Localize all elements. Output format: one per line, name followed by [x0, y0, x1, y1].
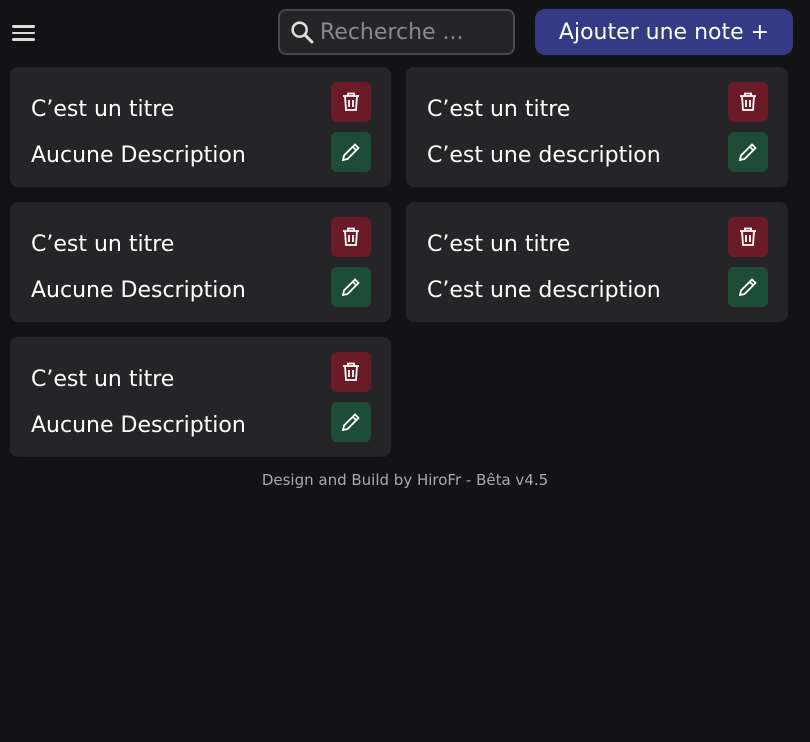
note-description: Aucune Description	[31, 143, 246, 168]
delete-note-button[interactable]	[331, 217, 371, 257]
note-card: C’est un titre Aucune Description	[10, 337, 391, 457]
note-description: Aucune Description	[31, 413, 246, 438]
pencil-icon	[341, 143, 360, 162]
pencil-icon	[341, 413, 360, 432]
edit-note-button[interactable]	[728, 267, 768, 307]
pencil-icon	[738, 278, 757, 297]
trash-icon	[343, 227, 359, 246]
note-card: C’est un titre C’est une description	[406, 202, 788, 322]
delete-note-button[interactable]	[728, 217, 768, 257]
edit-note-button[interactable]	[331, 267, 371, 307]
trash-icon	[343, 362, 359, 381]
top-bar: Ajouter une note +	[0, 0, 810, 64]
pencil-icon	[341, 278, 360, 297]
search-icon	[291, 21, 314, 44]
note-title: C’est un titre	[31, 97, 175, 122]
edit-note-button[interactable]	[728, 132, 768, 172]
delete-note-button[interactable]	[331, 352, 371, 392]
edit-note-button[interactable]	[331, 402, 371, 442]
hamburger-menu-icon[interactable]	[10, 18, 40, 48]
search-input[interactable]	[320, 19, 510, 45]
edit-note-button[interactable]	[331, 132, 371, 172]
pencil-icon	[738, 143, 757, 162]
note-card: C’est un titre Aucune Description	[10, 67, 391, 187]
note-description: Aucune Description	[31, 278, 246, 303]
note-title: C’est un titre	[427, 97, 571, 122]
note-card: C’est un titre Aucune Description	[10, 202, 391, 322]
delete-note-button[interactable]	[331, 82, 371, 122]
search-box[interactable]	[278, 9, 515, 55]
trash-icon	[740, 227, 756, 246]
delete-note-button[interactable]	[728, 82, 768, 122]
note-card: C’est un titre C’est une description	[406, 67, 788, 187]
note-title: C’est un titre	[427, 232, 571, 257]
trash-icon	[740, 92, 756, 111]
note-title: C’est un titre	[31, 367, 175, 392]
footer-credit: Design and Build by HiroFr - Bêta v4.5	[261, 471, 549, 489]
add-note-button[interactable]: Ajouter une note +	[535, 9, 793, 55]
note-description: C’est une description	[427, 278, 661, 303]
note-title: C’est un titre	[31, 232, 175, 257]
note-description: C’est une description	[427, 143, 661, 168]
trash-icon	[343, 92, 359, 111]
notes-grid: C’est un titre Aucune Description C’est …	[10, 67, 788, 457]
